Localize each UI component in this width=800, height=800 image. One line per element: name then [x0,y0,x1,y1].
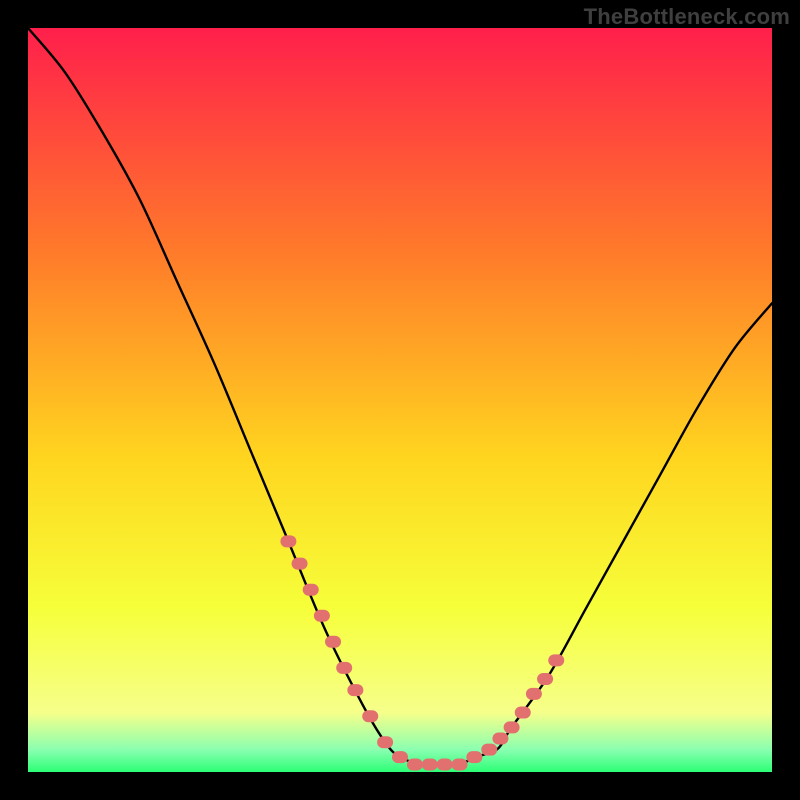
marker-dot [280,535,296,547]
marker-dot [452,759,468,771]
chart-stage: TheBottleneck.com [0,0,800,800]
bottleneck-chart [0,0,800,800]
marker-dot [481,744,497,756]
marker-dot [336,662,352,674]
marker-dot [515,706,531,718]
marker-dot [325,636,341,648]
marker-dot [407,759,423,771]
watermark-text: TheBottleneck.com [584,4,790,30]
marker-dot [362,710,378,722]
plot-background [28,28,772,772]
marker-dot [537,673,553,685]
marker-dot [314,610,330,622]
marker-dot [504,721,520,733]
marker-dot [292,558,308,570]
marker-dot [437,759,453,771]
marker-dot [303,584,319,596]
marker-dot [492,733,508,745]
marker-dot [466,751,482,763]
marker-dot [392,751,408,763]
marker-dot [526,688,542,700]
marker-dot [377,736,393,748]
marker-dot [347,684,363,696]
marker-dot [422,759,438,771]
marker-dot [548,654,564,666]
